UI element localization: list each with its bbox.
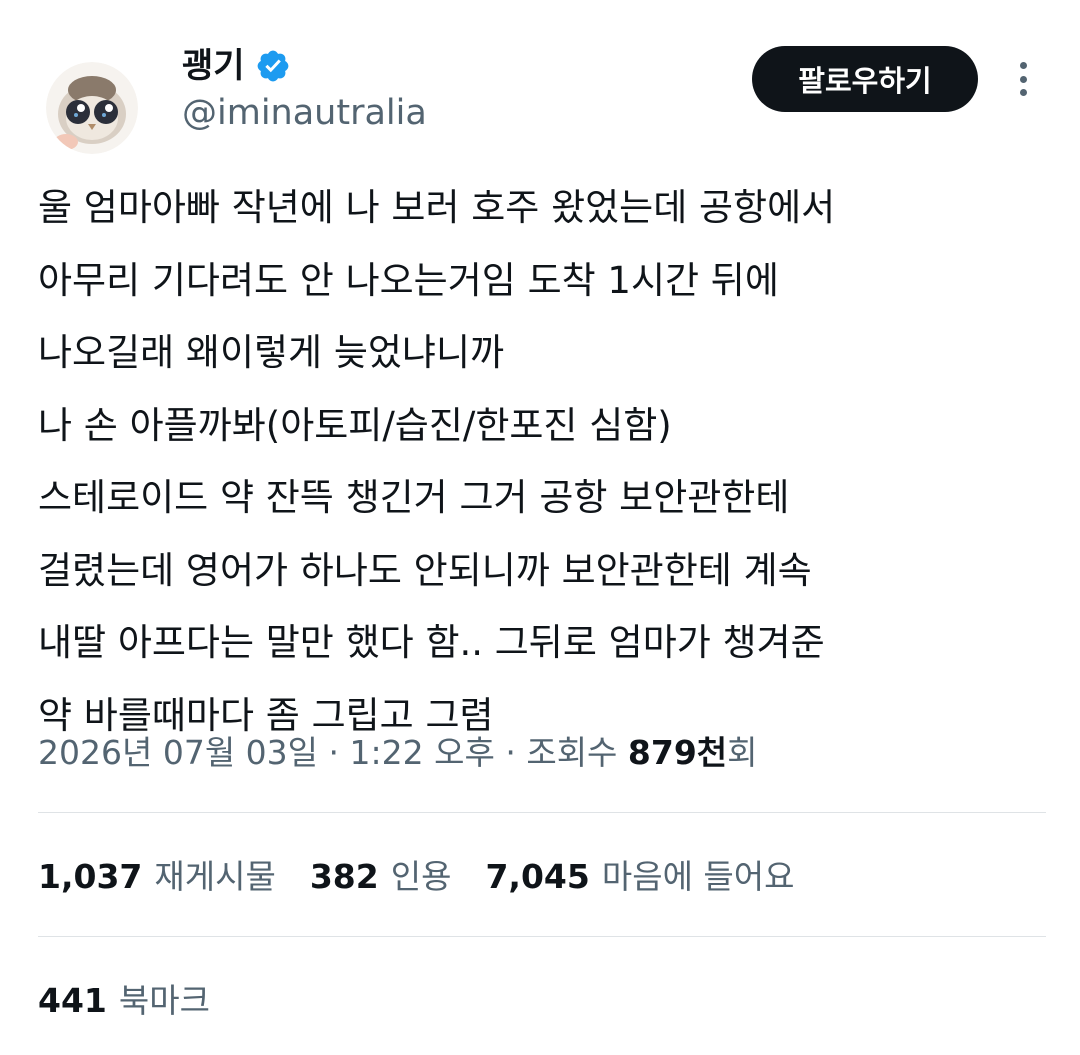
more-vertical-icon[interactable]	[1008, 58, 1038, 100]
quotes-stat[interactable]: 382 인용	[310, 852, 452, 902]
likes-count: 7,045	[485, 857, 590, 896]
tweet-line: 나오길래 왜이렇게 늦었냐니까	[38, 331, 505, 374]
tweet-date[interactable]: 2026년 07월 03일	[38, 733, 318, 772]
tweet-text: 울 엄마아빠 작년에 나 보러 호주 왔었는데 공항에서 아무리 기다려도 안 …	[38, 172, 1048, 752]
plush-owl-avatar-image	[46, 62, 138, 154]
views-suffix: 회	[727, 733, 758, 772]
user-handle[interactable]: @iminautralia	[182, 90, 427, 136]
tweet-line: 걸렸는데 영어가 하나도 안되니까 보안관한테 계속	[38, 548, 812, 592]
more-dot	[1019, 89, 1027, 96]
meta-separator: ·	[494, 733, 527, 772]
divider	[38, 812, 1046, 813]
divider	[38, 936, 1046, 937]
bookmarks-label: 북마크	[118, 981, 210, 1020]
display-name[interactable]: 괭기	[182, 44, 245, 88]
bookmarks-count: 441	[38, 981, 107, 1020]
tweet-line: 울 엄마아빠 작년에 나 보러 호주 왔었는데 공항에서	[38, 186, 836, 229]
engagement-stats: 1,037 재게시물 382 인용 7,045 마음에 들어요	[38, 852, 829, 902]
views-count: 879천	[627, 733, 728, 772]
tweet-line: 나 손 아플까봐(아토피/습진/한포진 심함)	[38, 403, 672, 447]
avatar[interactable]	[46, 62, 138, 154]
tweet-line: 내딸 아프다는 말만 했다 함.. 그뒤로 엄마가 챙겨준	[38, 621, 825, 664]
bookmarks-group[interactable]: 441 북마크	[38, 976, 210, 1026]
views-label: 조회수	[526, 733, 628, 772]
reposts-count: 1,037	[38, 857, 143, 896]
more-dot	[1019, 75, 1027, 83]
tweet-line: 아무리 기다려도 안 나오는거임 도착 1시간 뒤에	[38, 258, 779, 302]
quotes-label: 인용	[390, 857, 452, 896]
likes-stat[interactable]: 7,045 마음에 들어요	[485, 852, 794, 902]
likes-label: 마음에 들어요	[601, 857, 795, 896]
bookmarks-stat[interactable]: 441 북마크	[38, 976, 244, 1026]
tweet-line: 스테로이드 약 잔뜩 챙긴거 그거 공항 보안관한테	[38, 476, 790, 519]
follow-button[interactable]: 팔로우하기	[752, 46, 978, 112]
reposts-stat[interactable]: 1,037 재게시물	[38, 852, 276, 902]
tweet-meta: 2026년 07월 03일 · 1:22 오후 · 조회수 879천회	[38, 728, 758, 778]
display-name-row[interactable]: 괭기	[182, 44, 291, 88]
quotes-count: 382	[309, 857, 379, 896]
meta-separator: ·	[318, 733, 350, 772]
tweet-time[interactable]: 1:22 오후	[350, 733, 495, 772]
reposts-label: 재게시물	[154, 857, 276, 896]
verified-badge-icon	[255, 48, 291, 84]
more-dot	[1019, 62, 1027, 69]
